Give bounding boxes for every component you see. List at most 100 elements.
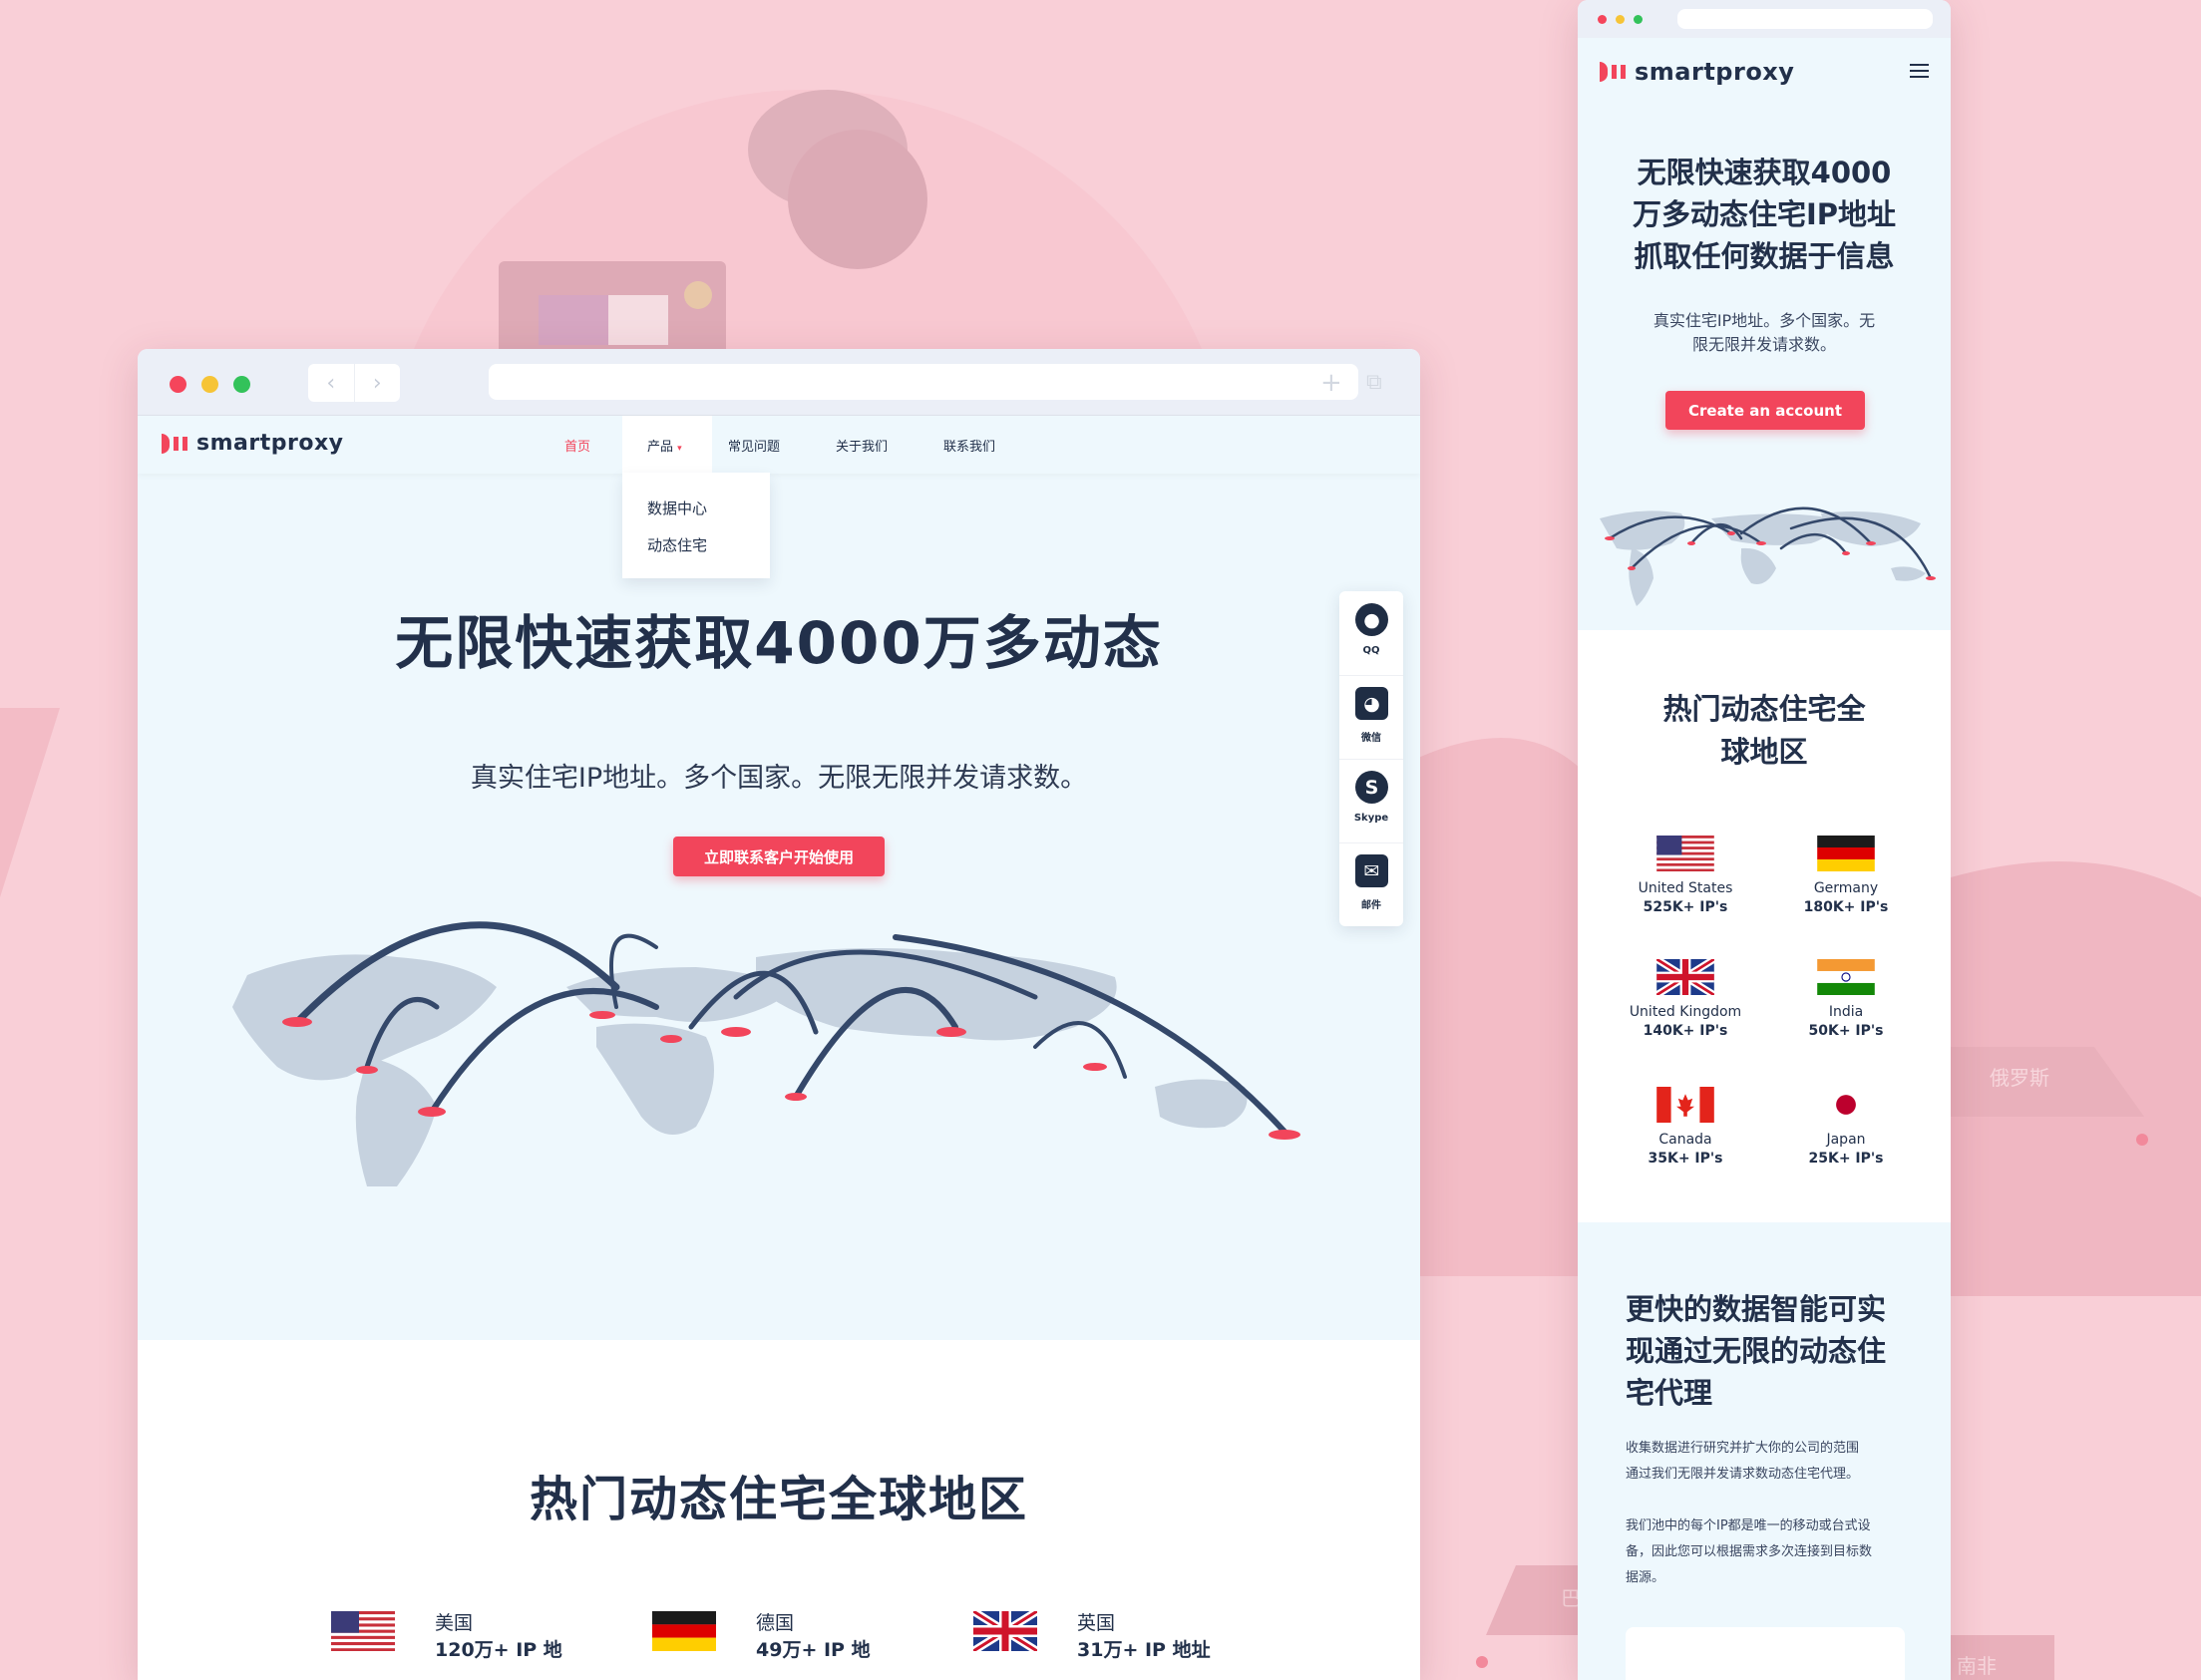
mobile-section2-title: 更快的数据智能可实 现通过无限的动态住 宅代理 [1626,1288,1915,1414]
maximize-window-button[interactable] [233,376,250,393]
ca-flag-icon [1656,1087,1714,1123]
nav-products[interactable]: 产品 ▾ [647,436,682,455]
mobile-hero-title-line: 抓取任何数据于信息 [1634,239,1895,273]
mobile-country-us: United States 525K+ IP's [1606,836,1765,915]
mobile-country-uk: United Kingdom 140K+ IP's [1606,959,1765,1039]
mobile-paragraph-line: 通过我们无限并发请求数动态住宅代理。 [1626,1467,1860,1482]
uk-flag-icon [1656,959,1714,995]
mobile-section2-paragraph-1: 收集数据进行研究并扩大你的公司的范围 通过我们无限并发请求数动态住宅代理。 [1626,1436,1905,1488]
nav-faq[interactable]: 常见问题 [728,436,780,455]
mobile-minimize-button[interactable] [1616,15,1625,24]
mobile-country-in: India 50K+ IP's [1766,959,1926,1039]
nav-about[interactable]: 关于我们 [836,436,888,455]
mobile-country-in-name: India [1828,1004,1864,1020]
sidebar-skype-label: Skype [1353,813,1389,824]
de-flag-icon [652,1611,716,1651]
back-icon[interactable]: ‹ [308,364,355,402]
mobile-country-uk-name: United Kingdom [1629,1004,1742,1020]
create-account-button[interactable]: Create an account [1665,391,1865,430]
mobile-world-map-illustration [1600,506,1936,606]
mobile-section2-title-line: 宅代理 [1626,1376,1713,1410]
wechat-icon: ◕ [1355,687,1388,720]
chevron-down-icon: ▾ [677,444,682,454]
mobile-close-button[interactable] [1598,15,1607,24]
mobile-hero-title-line: 无限快速获取4000 [1637,156,1892,189]
forward-icon[interactable]: › [355,364,401,402]
skype-icon: S [1355,771,1388,804]
mobile-paragraph-line: 备，因此您可以根据需求多次连接到目标数 [1626,1544,1873,1559]
country-us-name: 美国 [435,1612,474,1634]
products-dropdown: 数据中心 动态住宅 [622,473,770,578]
sidebar-skype[interactable]: S Skype [1339,759,1403,843]
qq-icon: ● [1355,603,1388,636]
mobile-hero-subtitle-line: 限无限并发请求数。 [1691,335,1836,354]
uk-flag-icon [973,1611,1037,1651]
nav-home[interactable]: 首页 [564,436,590,455]
mobile-hero-subtitle: 真实住宅IP地址。多个国家。无 限无限并发请求数。 [1638,309,1891,357]
mobile-maximize-button[interactable] [1634,15,1643,24]
mobile-country-ca: Canada 35K+ IP's [1606,1087,1765,1167]
mobile-country-de-name: Germany [1813,880,1879,896]
mobile-paragraph-line: 收集数据进行研究并扩大你的公司的范围 [1626,1441,1860,1456]
mobile-country-de: Germany 180K+ IP's [1766,836,1926,915]
hero-subtitle: 真实住宅IP地址。多个国家。无限无限并发请求数。 [470,763,1088,794]
world-map-illustration [232,921,1300,1186]
sidebar-wechat[interactable]: ◕ 微信 [1339,675,1403,760]
mobile-address-bar[interactable] [1677,9,1933,29]
in-flag-icon [1817,959,1875,995]
mobile-paragraph-line: 据源。 [1626,1570,1665,1585]
mobile-country-us-count: 525K+ IP's [1643,899,1728,915]
mobile-country-ca-name: Canada [1658,1132,1712,1148]
minimize-window-button[interactable] [201,376,218,393]
mobile-hero-title: 无限快速获取4000 万多动态住宅IP地址 抓取任何数据于信息 [1578,152,1951,277]
bg-label-south-africa: 南非 [1957,1654,1997,1678]
hamburger-menu-icon[interactable] [1910,64,1929,82]
hero-title: 无限快速获取4000万多动态 [395,609,1163,677]
country-de-name: 德国 [756,1612,795,1634]
sidebar-qq-label: QQ [1362,645,1380,656]
mobile-section2-title-line: 更快的数据智能可实 [1626,1292,1887,1326]
mobile-country-us-name: United States [1638,880,1733,896]
mobile-regions-title: 热门动态住宅全 球地区 [1578,688,1951,774]
site-navbar: smartproxy 首页 产品 ▾ 常见问题 关于我们 联系我们 [138,416,1420,474]
bg-label-russia: 俄罗斯 [1990,1066,2049,1090]
mobile-section2-paragraph-2: 我们池中的每个IP都是唯一的移动或台式设 备，因此您可以根据需求多次连接到目标数… [1626,1513,1905,1591]
dropdown-item-residential[interactable]: 动态住宅 [647,534,707,555]
mobile-browser-window: smartproxy 无限快速获取4000 万多动态住宅IP地址 抓取任何数据于… [1578,0,1951,1680]
mobile-country-uk-count: 140K+ IP's [1643,1023,1728,1039]
mobile-regions-title-line: 热门动态住宅全 [1662,692,1866,726]
country-uk-name: 英国 [1077,1612,1116,1634]
mobile-content-card [1626,1627,1905,1680]
mobile-paragraph-line: 我们池中的每个IP都是唯一的移动或台式设 [1626,1518,1871,1533]
sidebar-wechat-label: 微信 [1361,733,1381,744]
mail-icon: ✉ [1355,854,1388,887]
mobile-country-jp-count: 25K+ IP's [1808,1151,1884,1167]
jp-flag-icon [1817,1087,1875,1123]
close-window-button[interactable] [170,376,186,393]
site-logo[interactable]: smartproxy [162,431,343,456]
mobile-country-ca-count: 35K+ IP's [1648,1151,1723,1167]
regions-title: 热门动态住宅全球地区 [529,1472,1028,1527]
us-flag-icon [1656,836,1714,871]
tabs-overview-icon[interactable]: ⧉ [1366,370,1382,395]
desktop-browser-window: ‹ › + ⧉ smartproxy 首页 产品 ▾ 常见问题 关于我们 联系我… [138,349,1420,1680]
mobile-logo-text: smartproxy [1635,58,1795,86]
logo-mark-icon [162,433,187,454]
country-uk-count: 31万+ IP 地址 [1077,1639,1211,1661]
mobile-logo-mark-icon [1600,62,1626,82]
address-bar[interactable] [489,364,1358,400]
nav-products-label: 产品 [647,440,674,455]
mobile-country-jp-name: Japan [1826,1132,1866,1148]
history-buttons: ‹ › [308,364,400,402]
nav-contact[interactable]: 联系我们 [943,436,995,455]
sidebar-qq[interactable]: ● QQ [1339,591,1403,676]
new-tab-icon[interactable]: + [1320,368,1342,398]
contact-cta-button[interactable]: 立即联系客户开始使用 [673,837,885,876]
contact-sidebar: ● QQ ◕ 微信 S Skype ✉ 邮件 [1339,591,1403,926]
mobile-site-logo[interactable]: smartproxy [1600,58,1794,86]
mobile-popular-regions-section: 热门动态住宅全 球地区 United States 525K+ IP's Ger… [1578,630,1951,1222]
mobile-country-in-count: 50K+ IP's [1808,1023,1884,1039]
mobile-country-de-count: 180K+ IP's [1803,899,1889,915]
browser-chrome: ‹ › + ⧉ [138,349,1420,416]
dropdown-item-datacenter[interactable]: 数据中心 [647,498,707,518]
